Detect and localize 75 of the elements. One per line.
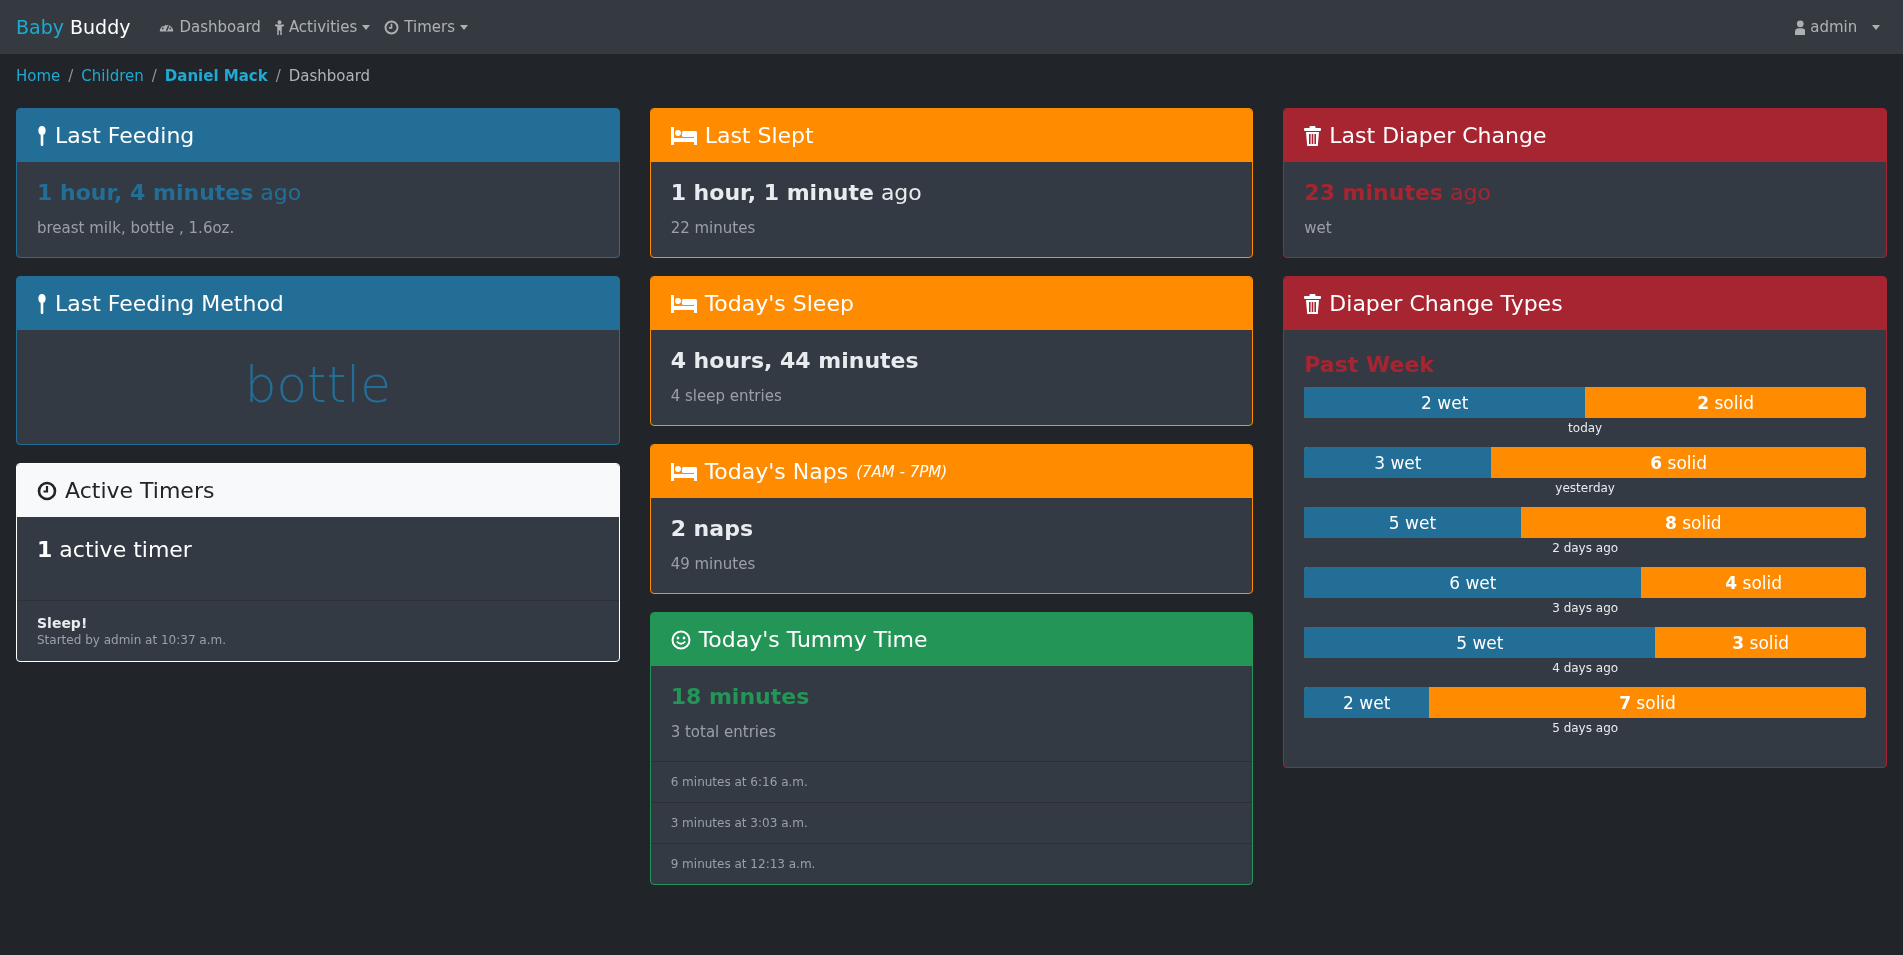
stat-headline: 1 hour, 1 minute ago — [670, 180, 923, 205]
spoon-icon — [37, 293, 47, 314]
wet-count-label: 2 wet — [1343, 692, 1391, 713]
card-title-note: (7AM - 7PM) — [856, 462, 948, 481]
stat-headline: 4 hours, 44 minutes — [670, 348, 920, 373]
wet-count-label: 2 wet — [1421, 392, 1469, 413]
breadcrumb-separator: / — [150, 67, 158, 85]
breadcrumb-link[interactable]: Home — [16, 67, 61, 85]
wet-count-label: 5 wet — [1388, 512, 1437, 533]
caret-icon — [460, 24, 468, 30]
breadcrumb-current: Dashboard — [288, 67, 371, 85]
trash-icon — [1304, 125, 1322, 146]
smiley-icon — [670, 629, 691, 650]
card-title: Last Diaper Change — [1329, 123, 1547, 148]
day-label: 3 days ago — [1551, 601, 1620, 615]
breadcrumb-separator: / — [67, 67, 75, 85]
bed-icon — [670, 126, 697, 145]
card-title: Last Feeding Method — [55, 291, 284, 316]
trash-icon — [1304, 293, 1322, 314]
wet-count-label: 5 wet — [1456, 632, 1504, 653]
clock-icon — [37, 480, 57, 501]
solid-count-label: 7 solid — [1619, 692, 1676, 713]
nav-link[interactable]: Dashboard — [152, 12, 268, 42]
wet-count-label: 6 wet — [1449, 572, 1497, 593]
section-heading: Past Week — [1304, 352, 1435, 377]
card-title: Active Timers — [65, 478, 215, 503]
dashboard-icon — [159, 21, 175, 33]
clock-icon — [384, 19, 400, 35]
entry-item: 3 minutes at 3:03 a.m. — [650, 802, 1253, 843]
stat-subtext: 22 minutes — [670, 219, 757, 237]
breadcrumb-link[interactable]: Daniel Mack — [164, 67, 268, 85]
timer-count: 1 active timer — [36, 536, 193, 564]
solid-count-label: 6 solid — [1650, 452, 1708, 473]
card-title: Today's Tummy Time — [698, 627, 928, 652]
day-label: 4 days ago — [1551, 661, 1620, 675]
caret-icon — [362, 24, 371, 30]
method-value: bottle — [243, 355, 392, 416]
stat-headline: 2 naps — [670, 516, 754, 541]
solid-count-label: 8 solid — [1664, 512, 1722, 533]
nav-link[interactable]: Timers — [377, 12, 475, 42]
breadcrumb-separator: / — [274, 67, 282, 85]
stat-subtext: wet — [1304, 219, 1333, 237]
solid-count-label: 3 solid — [1732, 632, 1790, 653]
stat-subtext: breast milk, bottle , 1.6oz. — [37, 219, 236, 237]
card-title: Diaper Change Types — [1329, 291, 1563, 316]
person-icon — [274, 19, 284, 35]
card-title: Today's Sleep — [704, 291, 854, 316]
spoon-icon — [37, 125, 47, 146]
day-label: yesterday — [1554, 481, 1616, 495]
solid-count-label: 2 solid — [1697, 392, 1754, 413]
stat-subtext: 4 sleep entries — [670, 387, 783, 405]
card-title: Last Slept — [704, 123, 814, 148]
day-label: 5 days ago — [1551, 721, 1620, 735]
entry-item: 6 minutes at 6:16 a.m. — [650, 761, 1253, 802]
caret-icon — [1872, 24, 1880, 30]
solid-count-label: 4 solid — [1725, 572, 1783, 593]
bed-icon — [670, 294, 697, 313]
brand-logo[interactable]: Baby Buddy — [16, 16, 131, 38]
user-icon — [1794, 19, 1806, 35]
nav-link[interactable]: Activities — [267, 12, 378, 42]
card-title: Today's Naps — [704, 459, 849, 484]
timer-item[interactable]: Sleep! Started by admin at 10:37 a.m. — [17, 600, 619, 661]
stat-subtext: 49 minutes — [670, 555, 757, 573]
stat-headline: 18 minutes — [670, 684, 811, 709]
wet-count-label: 3 wet — [1374, 452, 1422, 473]
day-label: today — [1567, 421, 1604, 435]
day-label: 2 days ago — [1551, 541, 1620, 555]
bed-icon — [670, 462, 697, 481]
user-menu[interactable]: admin — [1787, 12, 1887, 42]
breadcrumb-link[interactable]: Children — [81, 67, 144, 85]
entry-item: 9 minutes at 12:13 a.m. — [650, 843, 1253, 884]
stat-headline: 1 hour, 4 minutes ago — [37, 180, 303, 205]
stat-subtext: 3 total entries — [670, 723, 778, 741]
stat-headline: 23 minutes ago — [1304, 180, 1492, 205]
card-title: Last Feeding — [55, 123, 195, 148]
